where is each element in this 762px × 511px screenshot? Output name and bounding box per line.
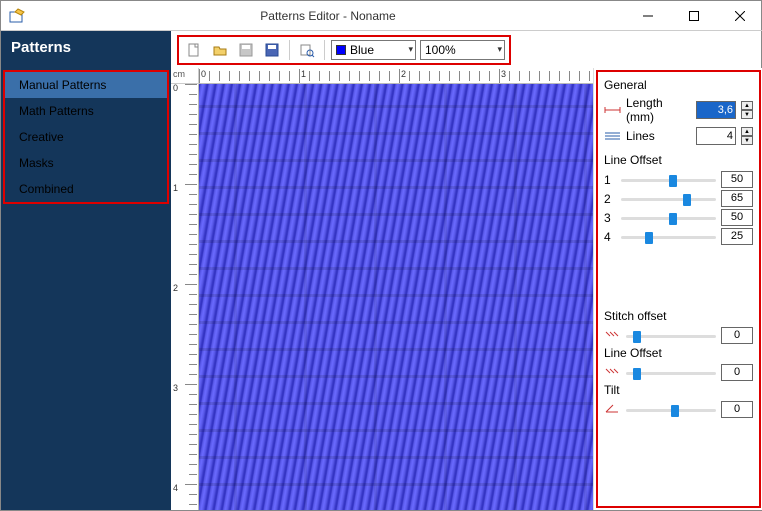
tilt-slider[interactable] — [626, 402, 716, 418]
chevron-down-icon: ▾ — [408, 44, 413, 55]
ruler-unit: cm — [171, 68, 199, 84]
stitch-icon — [604, 329, 621, 343]
section-general: General — [604, 78, 753, 92]
lines-spinner[interactable]: ▲▼ — [741, 127, 753, 145]
sidebar-item-creative[interactable]: Creative — [5, 124, 167, 150]
window-buttons — [625, 1, 762, 31]
lineoffset-icon — [604, 366, 621, 380]
window-title: Patterns Editor - Noname — [31, 9, 625, 23]
close-button[interactable] — [717, 1, 762, 31]
sidebar-item-masks[interactable]: Masks — [5, 150, 167, 176]
new-button[interactable] — [183, 39, 205, 61]
tilt-value[interactable]: 0 — [721, 401, 753, 418]
maximize-button[interactable] — [671, 1, 717, 31]
properties-panel: General Length (mm) ▲▼ Lines ▲▼ — [593, 68, 762, 510]
sidebar-title: Patterns — [1, 31, 171, 68]
ruler-vertical: 01234 — [171, 84, 199, 510]
canvas-wrap: cm 01234 01234 — [171, 68, 593, 510]
sidebar-item-manual[interactable]: Manual Patterns — [5, 72, 167, 98]
lineoffset-slider[interactable] — [621, 229, 716, 245]
lineoffset-value[interactable]: 50 — [721, 171, 753, 188]
lineoffset-value[interactable]: 50 — [721, 209, 753, 226]
main: Blue ▾ 100% ▾ cm 01234 01234 — [171, 31, 762, 510]
section-stitchoffset: Stitch offset — [604, 309, 753, 323]
section-lineoffset2: Line Offset — [604, 346, 753, 360]
app-window: Patterns Editor - Noname Patterns Manual… — [1, 1, 762, 510]
lines-icon — [604, 130, 621, 143]
lineoffset-slider[interactable] — [621, 210, 716, 226]
lineoffset2-slider[interactable] — [626, 365, 716, 381]
titlebar: Patterns Editor - Noname — [1, 1, 762, 31]
sidebar-item-combined[interactable]: Combined — [5, 176, 167, 202]
length-input[interactable] — [696, 101, 736, 119]
sidebar: Patterns Manual Patterns Math Patterns C… — [1, 31, 171, 510]
section-tilt: Tilt — [604, 383, 753, 397]
ruler-horizontal: 01234 — [199, 68, 593, 84]
minimize-button[interactable] — [625, 1, 671, 31]
stitchoffset-value[interactable]: 0 — [721, 327, 753, 344]
sidebar-item-label: Masks — [19, 156, 54, 170]
color-swatch — [336, 45, 346, 55]
length-spinner[interactable]: ▲▼ — [741, 101, 753, 119]
toolbar-separator — [289, 40, 290, 60]
length-icon — [604, 104, 621, 117]
sidebar-item-label: Combined — [19, 182, 74, 196]
lineoffset-slider[interactable] — [621, 172, 716, 188]
lineoffset-value[interactable]: 25 — [721, 228, 753, 245]
lines-label: Lines — [626, 129, 691, 143]
zoom-select[interactable]: 100% ▾ — [420, 40, 505, 60]
tilt-icon — [604, 403, 621, 417]
sidebar-item-label: Math Patterns — [19, 104, 94, 118]
lineoffset-value[interactable]: 65 — [721, 190, 753, 207]
toolbar: Blue ▾ 100% ▾ — [171, 31, 762, 68]
preview-button[interactable] — [296, 39, 318, 61]
lineoffset-index: 1 — [604, 173, 616, 187]
section-lineoffset: Line Offset — [604, 153, 753, 167]
sidebar-items: Manual Patterns Math Patterns Creative M… — [3, 70, 169, 204]
app-icon — [9, 8, 25, 24]
sidebar-item-math[interactable]: Math Patterns — [5, 98, 167, 124]
color-select[interactable]: Blue ▾ — [331, 40, 416, 60]
save-button[interactable] — [235, 39, 257, 61]
open-button[interactable] — [209, 39, 231, 61]
lineoffset-index: 3 — [604, 211, 616, 225]
sidebar-item-label: Manual Patterns — [19, 78, 106, 92]
lineoffset-slider[interactable] — [621, 191, 716, 207]
canvas[interactable] — [199, 84, 593, 510]
lines-input[interactable] — [696, 127, 736, 145]
stitchoffset-slider[interactable] — [626, 328, 716, 344]
color-label: Blue — [350, 43, 374, 57]
zoom-label: 100% — [425, 43, 456, 57]
toolbar-separator — [324, 40, 325, 60]
lineoffset2-value[interactable]: 0 — [721, 364, 753, 381]
pattern-preview — [199, 84, 593, 510]
lineoffset-index: 4 — [604, 230, 616, 244]
sidebar-item-label: Creative — [19, 130, 64, 144]
canvas-area: cm 01234 01234 General — [171, 68, 762, 510]
length-label: Length (mm) — [626, 96, 691, 124]
chevron-down-icon: ▾ — [497, 44, 502, 55]
lineoffset-index: 2 — [604, 192, 616, 206]
app-body: Patterns Manual Patterns Math Patterns C… — [1, 31, 762, 510]
toolbar-group: Blue ▾ 100% ▾ — [177, 35, 511, 65]
save-as-button[interactable] — [261, 39, 283, 61]
